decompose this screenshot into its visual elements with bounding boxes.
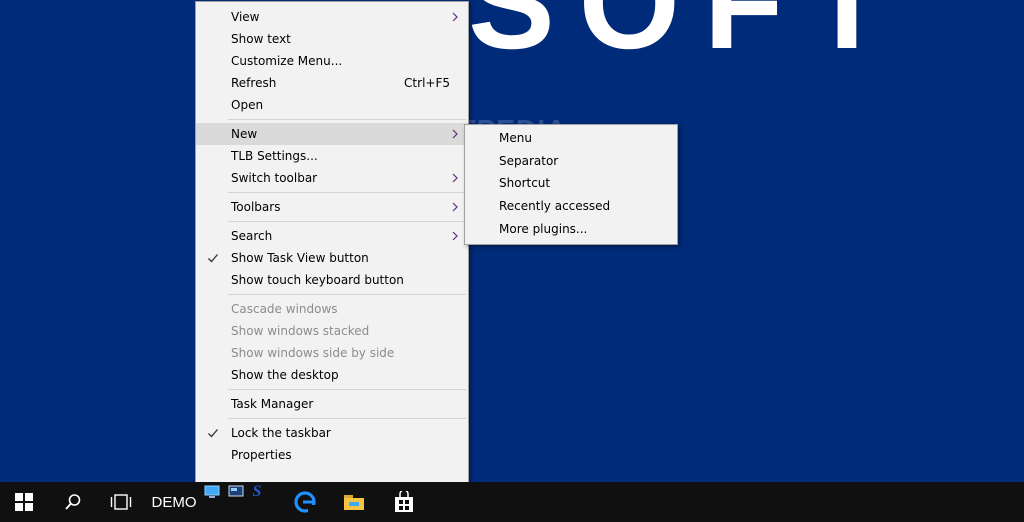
windows-logo-icon [15, 493, 33, 511]
menu-item-customize-menu[interactable]: Customize Menu... [196, 50, 468, 72]
submenu-item-recently-accessed[interactable]: Recently accessed [465, 195, 677, 218]
menu-item-show-touch-keyboard-button[interactable]: Show touch keyboard button [196, 269, 468, 291]
softpedia-s-icon: S [252, 483, 262, 500]
menu-item-label: TLB Settings... [231, 149, 318, 163]
submenu-item-separator[interactable]: Separator [465, 150, 677, 173]
background-logo-text: SOFT [468, 0, 911, 76]
menu-item-label: Switch toolbar [231, 171, 318, 185]
menu-item-label: Toolbars [231, 200, 281, 214]
toolbar-item-monitor[interactable] [226, 472, 246, 512]
start-button[interactable] [0, 482, 48, 522]
menu-item-label: Lock the taskbar [231, 426, 331, 440]
menu-item-refresh[interactable]: Refresh Ctrl+F5 [196, 72, 468, 94]
store-button[interactable] [380, 482, 428, 522]
store-icon [395, 491, 413, 512]
menu-item-new[interactable]: New [196, 123, 468, 145]
task-view-button[interactable] [98, 482, 144, 522]
menu-item-label: Show text [231, 32, 291, 46]
menu-separator [228, 192, 466, 193]
edge-icon [294, 491, 316, 513]
menu-item-open[interactable]: Open [196, 94, 468, 116]
menu-separator [228, 389, 466, 390]
menu-separator [228, 119, 466, 120]
search-button[interactable] [50, 482, 96, 522]
menu-item-toolbars[interactable]: Toolbars [196, 196, 468, 218]
menu-item-lock-the-taskbar[interactable]: Lock the taskbar [196, 422, 468, 444]
menu-item-search[interactable]: Search [196, 225, 468, 247]
toolbar-label: DEMO [151, 493, 197, 511]
menu-item-label: Show the desktop [231, 368, 339, 382]
menu-item-task-manager[interactable]: Task Manager [196, 393, 468, 415]
menu-item-view[interactable]: View [196, 6, 468, 28]
menu-item-properties[interactable]: Properties [196, 444, 468, 466]
menu-item-label: View [231, 10, 260, 24]
computer-icon [204, 485, 220, 498]
chevron-right-icon [452, 231, 458, 241]
menu-item-label: Show touch keyboard button [231, 273, 404, 287]
file-explorer-button[interactable] [330, 482, 378, 522]
demo-toolbar-label[interactable]: DEMO [146, 482, 202, 522]
menu-separator [228, 221, 466, 222]
new-submenu: Menu Separator Shortcut Recently accesse… [464, 124, 678, 245]
menu-item-label: Properties [231, 448, 292, 462]
menu-item-label: New [231, 127, 258, 141]
submenu-item-label: Separator [499, 153, 559, 168]
chevron-right-icon [452, 129, 458, 139]
toolbar-item-softpedia[interactable]: S [248, 472, 266, 512]
menu-item-label: Show windows stacked [231, 324, 370, 338]
submenu-item-label: Menu [499, 131, 532, 145]
chevron-right-icon [452, 12, 458, 22]
menu-item-show-windows-side-by-side: Show windows side by side [196, 342, 468, 364]
taskbar: DEMO S [0, 482, 1024, 522]
submenu-item-label: More plugins... [499, 221, 588, 236]
submenu-item-label: Shortcut [499, 176, 551, 191]
menu-item-tlb-settings[interactable]: TLB Settings... [196, 145, 468, 167]
submenu-item-label: Recently accessed [499, 199, 611, 214]
taskbar-context-menu: View Show text Customize Menu... Refresh Ctr… [195, 1, 469, 484]
edge-button[interactable] [282, 482, 328, 522]
monitor-icon [228, 485, 244, 497]
menu-item-show-windows-stacked: Show windows stacked [196, 320, 468, 342]
menu-item-label: Open [231, 98, 264, 112]
menu-item-show-text[interactable]: Show text [196, 28, 468, 50]
checkmark-icon [208, 254, 218, 263]
menu-item-label: Refresh [231, 76, 277, 90]
submenu-item-more-plugins[interactable]: More plugins... [465, 218, 677, 241]
chevron-right-icon [452, 173, 458, 183]
menu-item-label: Task Manager [231, 397, 314, 411]
menu-item-label: Show windows side by side [231, 346, 395, 360]
menu-item-switch-toolbar[interactable]: Switch toolbar [196, 167, 468, 189]
menu-item-label: Customize Menu... [231, 54, 343, 68]
submenu-item-shortcut[interactable]: Shortcut [465, 172, 677, 195]
menu-item-cascade-windows: Cascade windows [196, 298, 468, 320]
menu-item-show-task-view-button[interactable]: Show Task View button [196, 247, 468, 269]
menu-item-label: Search [231, 229, 273, 243]
context-menu-items: View Show text Customize Menu... Refresh Ctr… [196, 6, 468, 466]
task-view-icon [110, 494, 132, 510]
chevron-right-icon [452, 202, 458, 212]
menu-separator [228, 418, 466, 419]
folder-icon [344, 495, 364, 510]
submenu-item-menu[interactable]: Menu [465, 127, 677, 150]
menu-item-label: Show Task View button [231, 251, 369, 265]
search-icon [65, 494, 81, 510]
menu-item-shortcut: Ctrl+F5 [404, 76, 450, 90]
checkmark-icon [208, 429, 218, 438]
toolbar-item-computer[interactable] [203, 472, 221, 512]
menu-item-show-the-desktop[interactable]: Show the desktop [196, 364, 468, 386]
menu-item-label: Cascade windows [231, 302, 338, 316]
menu-separator [228, 294, 466, 295]
